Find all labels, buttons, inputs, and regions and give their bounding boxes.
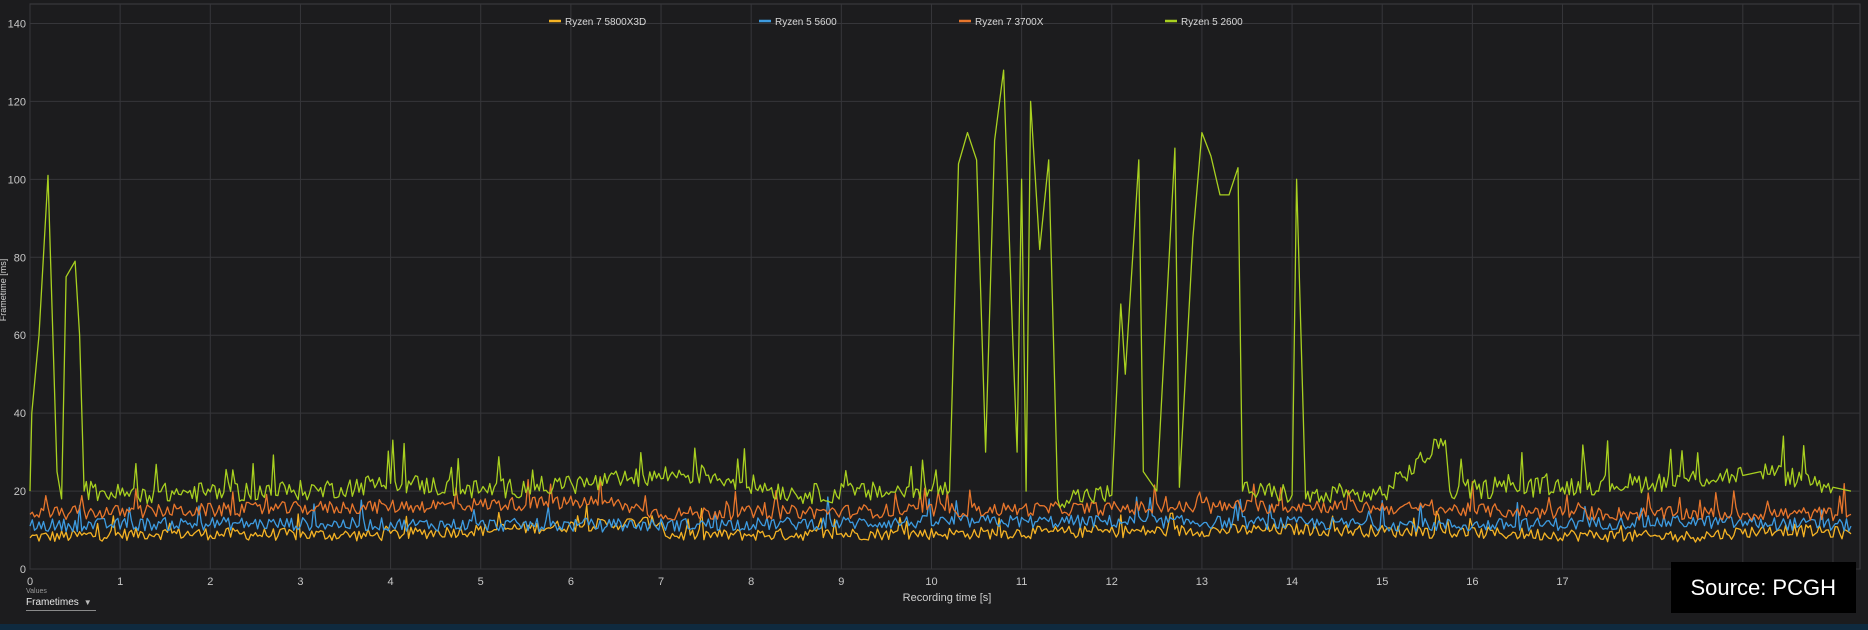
legend-label: Ryzen 5 5600 (775, 17, 837, 28)
chart: 0 1 2 3 4 5 6 7 8 9 10 11 12 13 14 15 16 1702040608010012… (0, 0, 1868, 630)
x-tick-label: 8 (748, 576, 754, 588)
x-tick-label: 0 (27, 576, 33, 588)
y-tick-label: 0 (20, 564, 26, 576)
x-tick-label: 15 (1376, 576, 1388, 588)
x-tick-label: 4 (388, 576, 394, 588)
x-tick-label: 13 (1196, 576, 1208, 588)
x-tick-label: 1 (117, 576, 123, 588)
x-tick-label: 16 (1466, 576, 1478, 588)
value-selector[interactable]: Values Frametimes ▼ (26, 588, 96, 611)
x-tick-label: 12 (1106, 576, 1118, 588)
y-axis-title: Frametime [ms] (0, 259, 8, 322)
value-select-label: Frametimes (26, 597, 79, 608)
y-tick-label: 40 (14, 408, 26, 420)
y-tick-label: 140 (8, 18, 26, 30)
x-tick-label: 11 (1016, 576, 1027, 588)
x-tick-label: 6 (568, 576, 574, 588)
x-tick-label: 3 (297, 576, 303, 588)
chevron-down-icon: ▼ (83, 598, 92, 607)
source-badge: Source: PCGH (1670, 562, 1856, 613)
y-tick-label: 120 (8, 96, 26, 108)
y-tick-label: 20 (14, 486, 26, 498)
value-select-dropdown[interactable]: Frametimes ▼ (26, 596, 96, 611)
x-tick-label: 10 (925, 576, 937, 588)
bottom-strip (0, 624, 1868, 630)
x-tick-label: 9 (838, 576, 844, 588)
x-tick-label: 17 (1556, 576, 1568, 588)
x-tick-label: 14 (1286, 576, 1298, 588)
x-tick-label: 7 (658, 576, 664, 588)
x-axis-title: Recording time [s] (903, 592, 992, 604)
legend-label: Ryzen 7 3700X (975, 17, 1044, 28)
x-tick-label: 5 (478, 576, 484, 588)
x-tick-label: 2 (207, 576, 213, 588)
y-tick-label: 100 (8, 174, 26, 186)
legend-label: Ryzen 7 5800X3D (565, 17, 646, 28)
y-tick-label: 60 (14, 330, 26, 342)
y-tick-label: 80 (14, 252, 26, 264)
value-selector-caption: Values (26, 588, 47, 595)
legend-label: Ryzen 5 2600 (1181, 17, 1243, 28)
